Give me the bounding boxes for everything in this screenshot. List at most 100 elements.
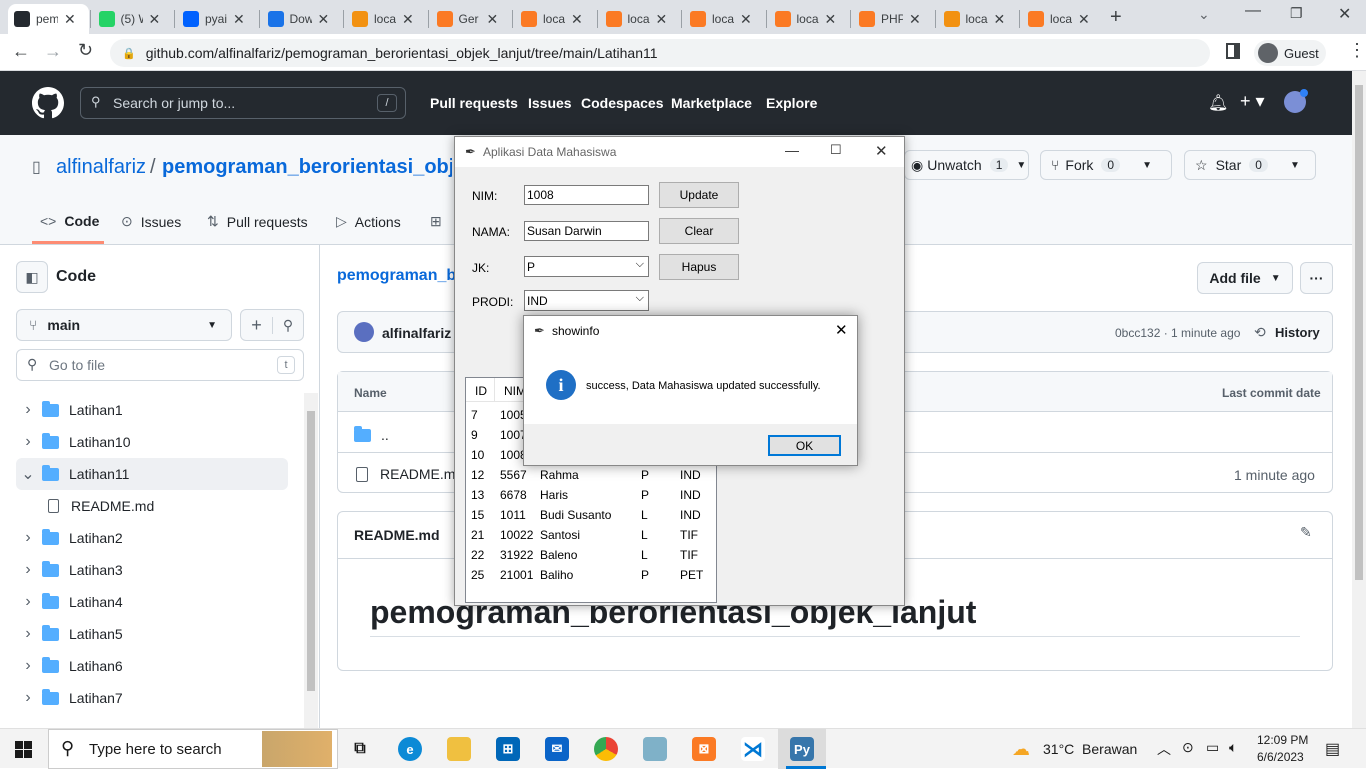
parent-directory-row[interactable]: .. <box>354 425 389 443</box>
tab-actions[interactable]: ▷ Actions <box>336 213 401 230</box>
tree-item[interactable]: › Latihan10 <box>16 426 288 458</box>
volume-icon[interactable]: 🔈︎ <box>1229 739 1237 756</box>
nav-explore[interactable]: Explore <box>766 95 817 111</box>
tab-close-icon[interactable]: ✕ <box>487 11 499 28</box>
python-icon[interactable]: Py <box>790 737 814 761</box>
search-icon[interactable]: ⚲ <box>271 316 303 334</box>
tree-item[interactable]: ⌄ Latihan11 <box>16 458 288 490</box>
edge-icon[interactable]: e <box>398 737 422 761</box>
tab-code[interactable]: <> Code <box>40 213 99 229</box>
table-row[interactable]: 22 31922 Baleno L TIF <box>466 546 716 566</box>
xampp-icon[interactable]: ⊠ <box>692 737 716 761</box>
restore-icon[interactable]: ❐ <box>1290 5 1303 22</box>
tab-close-icon[interactable]: ✕ <box>656 11 668 28</box>
add-file-button[interactable]: Add file ▼ <box>1197 262 1293 294</box>
prodi-select[interactable]: IND ⌵ <box>524 290 649 311</box>
tree-item[interactable]: › Latihan4 <box>16 586 288 618</box>
header-id[interactable]: ID <box>475 384 487 398</box>
tree-item[interactable]: › Latihan3 <box>16 554 288 586</box>
tab-close-icon[interactable]: ✕ <box>318 11 330 28</box>
collapse-sidebar-icon[interactable]: ◧ <box>16 261 48 293</box>
nav-pull-requests[interactable]: Pull requests <box>430 95 518 111</box>
forward-icon[interactable]: → <box>44 41 62 62</box>
nav-codespaces[interactable]: Codespaces <box>581 95 663 111</box>
chevron-right-icon[interactable]: › <box>16 529 40 547</box>
add-file-icon[interactable]: + <box>241 315 272 336</box>
projects-icon[interactable]: ⊞ <box>430 213 442 230</box>
clock-time[interactable]: 12:09 PM <box>1257 733 1308 747</box>
more-options-button[interactable]: ··· <box>1300 262 1333 294</box>
readme-title[interactable]: README.md <box>354 527 440 543</box>
clear-button[interactable]: Clear <box>659 218 739 244</box>
browser-tab[interactable]: loca ✕ <box>938 4 1019 34</box>
chevron-down-icon[interactable]: ⌄ <box>16 464 40 484</box>
nim-input[interactable]: 1008 <box>524 185 649 205</box>
table-row[interactable]: 21 10022 Santosi L TIF <box>466 526 716 546</box>
table-row[interactable]: 13 6678 Haris P IND <box>466 486 716 506</box>
chevron-right-icon[interactable]: › <box>16 561 40 579</box>
go-to-file-input[interactable]: ⚲ Go to file t <box>16 349 304 381</box>
browser-tab[interactable]: loca ✕ <box>1022 4 1103 34</box>
tree-item[interactable]: › Latihan1 <box>16 394 288 426</box>
browser-tab[interactable]: pem ✕ <box>8 4 89 34</box>
repo-owner-link[interactable]: alfinalfariz <box>56 156 146 179</box>
tab-close-icon[interactable]: ✕ <box>402 11 414 28</box>
address-bar[interactable]: 🔒 github.com/alfinalfariz/pemograman_ber… <box>110 39 1210 67</box>
tab-close-icon[interactable]: ✕ <box>994 11 1006 28</box>
file-row-readme[interactable]: README.mc <box>356 466 462 482</box>
tab-issues[interactable]: ⊙ Issues <box>121 213 181 230</box>
meet-now-icon[interactable]: ⊙ <box>1182 739 1194 756</box>
github-search-input[interactable]: ⚲ Search or jump to... / <box>80 87 406 119</box>
edit-pencil-icon[interactable]: ✎ <box>1300 524 1312 541</box>
update-button[interactable]: Update <box>659 182 739 208</box>
browser-tab[interactable]: pyai ✕ <box>177 4 258 34</box>
menu-icon[interactable]: ⋮ <box>1348 40 1366 61</box>
microsoft-store-icon[interactable]: ⊞ <box>496 737 520 761</box>
browser-tab[interactable]: loca ✕ <box>684 4 765 34</box>
commit-author[interactable]: alfinalfariz <box>382 325 451 341</box>
tab-close-icon[interactable]: ✕ <box>740 11 752 28</box>
page-scrollbar[interactable] <box>1352 71 1366 728</box>
clock-date[interactable]: 6/6/2023 <box>1257 750 1304 764</box>
tab-close-icon[interactable]: ✕ <box>1078 11 1090 28</box>
side-panel-icon[interactable] <box>1226 43 1240 59</box>
hapus-button[interactable]: Hapus <box>659 254 739 280</box>
tab-close-icon[interactable]: ✕ <box>233 11 245 28</box>
browser-tab[interactable]: loca ✕ <box>769 4 850 34</box>
tab-search-icon[interactable]: ⌄ <box>1198 6 1210 23</box>
table-row[interactable]: 15 1011 Budi Susanto L IND <box>466 506 716 526</box>
maximize-icon[interactable]: ☐ <box>830 142 842 158</box>
github-logo-icon[interactable] <box>32 87 64 119</box>
close-icon[interactable]: ✕ <box>875 142 888 160</box>
create-new-icon[interactable]: + ▾ <box>1240 91 1265 112</box>
tree-item[interactable]: › Latihan5 <box>16 618 288 650</box>
repo-name-link[interactable]: pemograman_berorientasi_objek_lanjut <box>162 156 452 179</box>
tree-item[interactable]: README.md <box>16 490 288 522</box>
network-icon[interactable]: ▭ <box>1206 739 1219 756</box>
vscode-icon[interactable]: ⋊ <box>741 737 765 761</box>
weather-text[interactable]: 31°C Berawan <box>1043 741 1137 757</box>
tree-item[interactable]: › Latihan7 <box>16 682 288 714</box>
chevron-right-icon[interactable]: › <box>16 593 40 611</box>
chevron-right-icon[interactable]: › <box>16 401 40 419</box>
task-view-icon[interactable]: ⧉ <box>348 737 372 761</box>
minimize-icon[interactable]: — <box>1245 2 1261 20</box>
sidebar-scrollbar-thumb[interactable] <box>307 411 315 691</box>
chevron-up-icon[interactable]: ︿ <box>1157 739 1171 759</box>
mail-icon[interactable]: ✉ <box>545 737 569 761</box>
new-tab-icon[interactable]: + <box>1110 6 1122 29</box>
page-scrollbar-thumb[interactable] <box>1355 85 1363 580</box>
unwatch-button[interactable]: ◉ Unwatch 1 ▼ <box>904 150 1029 180</box>
chevron-right-icon[interactable]: › <box>16 689 40 707</box>
bell-icon[interactable]: 🔔︎ <box>1208 93 1228 113</box>
nama-input[interactable]: Susan Darwin <box>524 221 649 241</box>
jk-select[interactable]: P ⌵ <box>524 256 649 277</box>
tab-close-icon[interactable]: ✕ <box>909 11 921 28</box>
minimize-icon[interactable]: — <box>785 142 799 158</box>
fork-button[interactable]: ⑂ Fork 0 ▼ <box>1040 150 1172 180</box>
file-explorer-icon[interactable] <box>447 737 471 761</box>
tab-close-icon[interactable]: ✕ <box>825 11 837 28</box>
browser-tab[interactable]: PHP ✕ <box>853 4 934 34</box>
chevron-right-icon[interactable]: › <box>16 433 40 451</box>
table-row[interactable]: 12 5567 Rahma P IND <box>466 466 716 486</box>
